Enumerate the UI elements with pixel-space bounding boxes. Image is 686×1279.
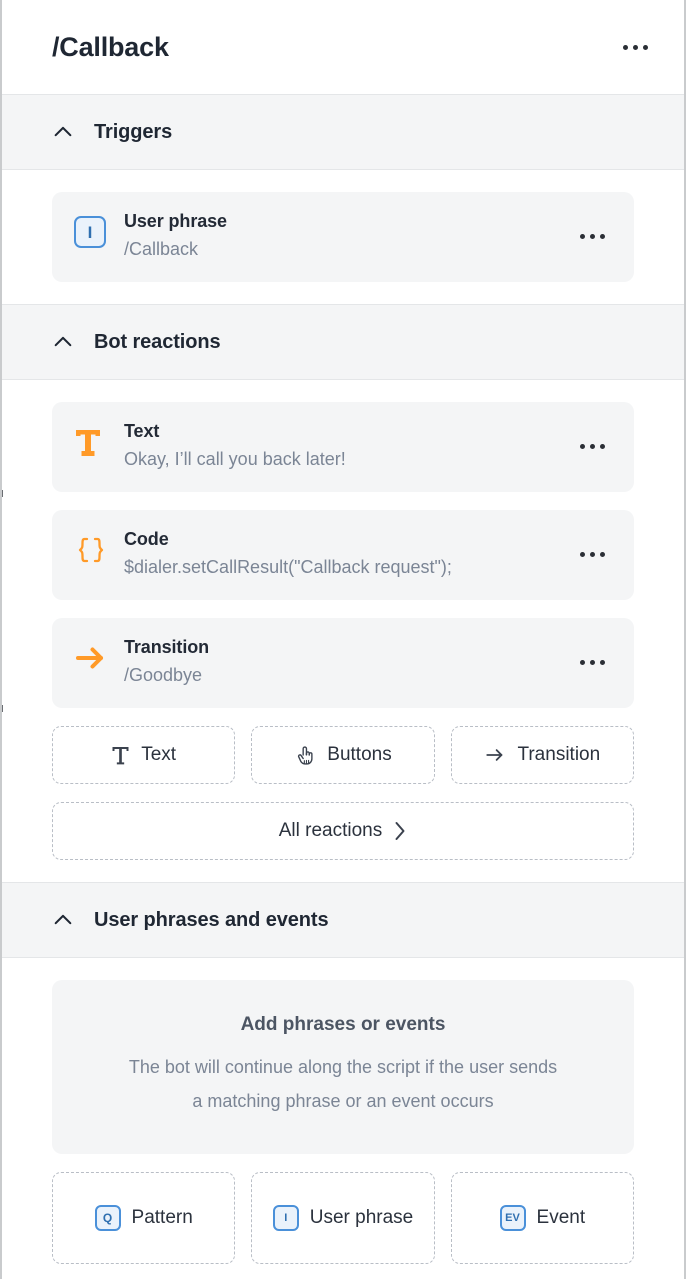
add-event-button[interactable]: EV Event xyxy=(450,1172,634,1264)
add-reaction-buttons: Text Buttons Transition xyxy=(52,726,634,784)
section-header-user-phrases-and-events[interactable]: User phrases and events xyxy=(2,882,684,958)
section-title-triggers: Triggers xyxy=(94,120,173,143)
reaction-card-more-button[interactable] xyxy=(572,432,612,460)
user-phrases-body: Add phrases or events The bot will conti… xyxy=(2,958,684,1279)
card-subtitle: /Goodbye xyxy=(124,665,203,685)
event-ev-icon: EV xyxy=(499,1205,526,1231)
arrow-right-icon xyxy=(76,647,103,669)
ellipsis-horizontal-icon xyxy=(579,443,585,449)
card-icon-wrapper xyxy=(74,526,116,572)
ellipsis-horizontal-icon xyxy=(622,44,628,50)
card-body: User phrase /Callback xyxy=(116,208,572,264)
section-header-triggers[interactable]: Triggers xyxy=(2,94,684,170)
ellipsis-horizontal-icon xyxy=(589,551,595,557)
trigger-card-user-phrase[interactable]: I User phrase /Callback xyxy=(52,192,634,282)
panel-header: /Callback xyxy=(2,0,684,94)
ellipsis-horizontal-icon xyxy=(589,233,595,239)
arrow-right-icon xyxy=(486,749,503,761)
card-title: Code xyxy=(124,529,169,549)
card-icon-wrapper: I xyxy=(74,208,116,254)
header-more-button[interactable] xyxy=(614,31,656,63)
section-header-bot-reactions[interactable]: Bot reactions xyxy=(2,304,684,380)
card-body: Code $dialer.setCallResult("Callback req… xyxy=(116,526,572,582)
button-label: Transition xyxy=(517,744,601,765)
trigger-card-more-button[interactable] xyxy=(572,222,612,250)
ellipsis-horizontal-icon xyxy=(589,659,595,665)
ellipsis-horizontal-icon xyxy=(579,659,585,665)
button-label: Buttons xyxy=(327,744,392,765)
button-label: All reactions xyxy=(278,820,383,841)
empty-state-description-line-1: The bot will continue along the script i… xyxy=(128,1057,558,1077)
card-subtitle: Okay, I’ll call you back later! xyxy=(124,449,346,469)
add-user-phrase-button[interactable]: I User phrase xyxy=(251,1172,435,1264)
card-subtitle: $dialer.setCallResult("Callback request"… xyxy=(124,557,452,577)
card-body: Transition /Goodbye xyxy=(116,634,572,690)
chevron-up-icon xyxy=(54,336,72,347)
card-icon-wrapper xyxy=(74,634,116,680)
chevron-up-icon xyxy=(54,914,72,925)
ellipsis-horizontal-icon xyxy=(599,659,605,665)
button-label: Event xyxy=(536,1207,586,1228)
card-title: Text xyxy=(124,421,160,441)
ellipsis-horizontal-icon xyxy=(599,443,605,449)
add-buttons-reaction-button[interactable]: Buttons xyxy=(251,726,435,784)
ellipsis-horizontal-icon xyxy=(579,233,585,239)
card-title: Transition xyxy=(124,637,210,657)
button-label: Pattern xyxy=(131,1207,193,1228)
ellipsis-horizontal-icon xyxy=(589,443,595,449)
reaction-card-text[interactable]: Text Okay, I’ll call you back later! xyxy=(52,402,634,492)
empty-state-description-line-2: a matching phrase or an event occurs xyxy=(192,1091,494,1111)
reaction-card-more-button[interactable] xyxy=(572,540,612,568)
section-title-user-phrases-and-events: User phrases and events xyxy=(94,908,329,931)
code-braces-icon xyxy=(78,537,104,563)
add-phrase-buttons: Q Pattern I User phrase EV Event xyxy=(52,1172,634,1264)
button-label: User phrase xyxy=(309,1207,414,1228)
user-phrase-icon: I xyxy=(272,1205,299,1231)
triggers-body: I User phrase /Callback xyxy=(2,170,684,304)
add-text-reaction-button[interactable]: Text xyxy=(52,726,236,784)
pointing-hand-icon xyxy=(298,745,313,765)
user-phrase-icon: I xyxy=(74,216,106,248)
page-title: /Callback xyxy=(52,31,169,62)
text-t-icon xyxy=(112,747,129,765)
card-icon-wrapper xyxy=(74,418,116,464)
ellipsis-horizontal-icon xyxy=(632,44,638,50)
empty-state-title: Add phrases or events xyxy=(240,1014,446,1035)
state-editor-panel: /Callback Triggers I User phrase /Callba… xyxy=(0,0,686,1279)
bot-reactions-body: Text Okay, I’ll call you back later! Cod… xyxy=(2,380,684,882)
add-pattern-button[interactable]: Q Pattern xyxy=(52,1172,236,1264)
reaction-card-code[interactable]: Code $dialer.setCallResult("Callback req… xyxy=(52,510,634,600)
card-subtitle: /Callback xyxy=(124,239,199,259)
all-reactions-row: All reactions xyxy=(52,802,634,860)
ellipsis-horizontal-icon xyxy=(579,551,585,557)
empty-state-add-phrases-or-events: Add phrases or events The bot will conti… xyxy=(52,980,634,1154)
ellipsis-horizontal-icon xyxy=(642,44,648,50)
pattern-q-icon: Q xyxy=(94,1205,121,1231)
all-reactions-button[interactable]: All reactions xyxy=(52,802,634,860)
ellipsis-horizontal-icon xyxy=(599,233,605,239)
ellipsis-horizontal-icon xyxy=(599,551,605,557)
chevron-up-icon xyxy=(54,126,72,137)
card-title: User phrase xyxy=(124,211,227,231)
section-title-bot-reactions: Bot reactions xyxy=(94,330,221,353)
add-transition-reaction-button[interactable]: Transition xyxy=(450,726,634,784)
text-t-icon xyxy=(76,430,100,456)
button-label: Text xyxy=(141,744,177,765)
card-body: Text Okay, I’ll call you back later! xyxy=(116,418,572,474)
reaction-card-more-button[interactable] xyxy=(572,648,612,676)
reaction-card-transition[interactable]: Transition /Goodbye xyxy=(52,618,634,708)
chevron-right-icon xyxy=(395,822,405,840)
